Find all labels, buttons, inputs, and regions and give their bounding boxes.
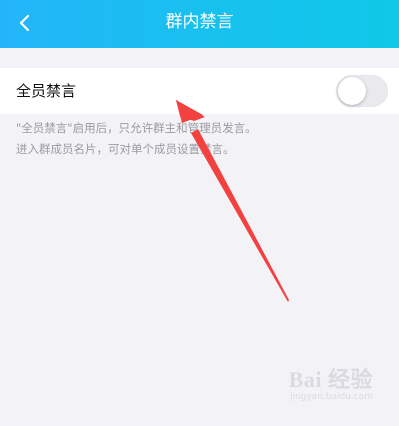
watermark: Bai 经验 jingyan.baidu.com <box>289 362 373 402</box>
description-line-1: "全员禁言"启用后，只允许群主和管理员发言。 <box>16 121 257 135</box>
screen: 群内禁言 全员禁言 "全员禁言"启用后，只允许群主和管理员发言。 进入群成员名片… <box>0 0 399 426</box>
watermark-logo: Bai 经验 <box>288 367 373 392</box>
description-line-2: 进入群成员名片，可对单个成员设置禁言。 <box>16 142 235 156</box>
title-bar: 群内禁言 <box>0 0 399 48</box>
mute-all-toggle[interactable] <box>336 75 388 107</box>
mute-all-row: 全员禁言 <box>0 68 399 114</box>
page-title: 群内禁言 <box>165 12 234 32</box>
watermark-url: jingyan.baidu.com <box>289 392 373 402</box>
mute-all-label: 全员禁言 <box>16 82 77 100</box>
toggle-knob <box>338 77 366 105</box>
mute-description: "全员禁言"启用后，只允许群主和管理员发言。 进入群成员名片，可对单个成员设置禁… <box>16 118 386 160</box>
